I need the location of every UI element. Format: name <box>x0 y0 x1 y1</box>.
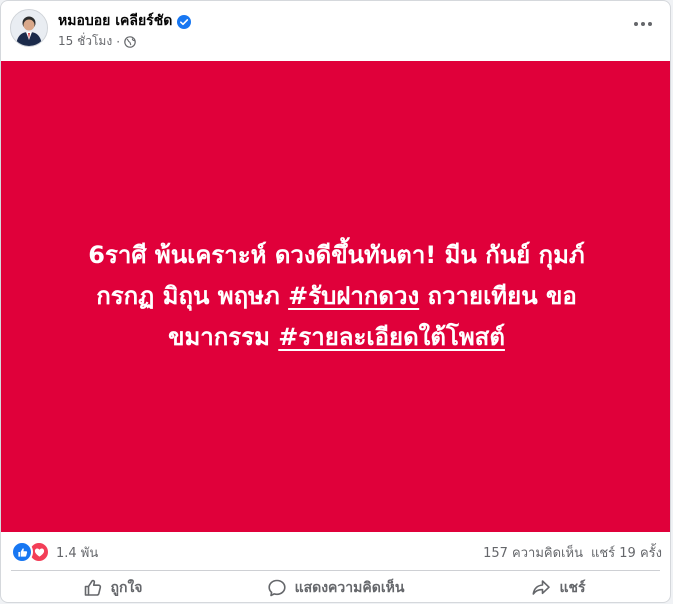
hashtag-details-below: #รายละเอียดใต้โพสต์ <box>278 323 505 351</box>
image-text-plain: ถวายเทียน ขอ <box>419 282 577 310</box>
globe-icon[interactable] <box>124 35 136 48</box>
image-text-plain: กรกฏ มิถุน พฤษภ <box>96 282 289 310</box>
reactions-summary[interactable]: 1.4 พัน <box>11 541 98 563</box>
share-arrow-icon <box>531 578 551 598</box>
hashtag-rub-fak-duang: #รับฝากดวง <box>288 282 420 310</box>
shares-count-link[interactable]: แชร์ 19 ครั้ง <box>591 542 662 563</box>
post-image[interactable]: 6ราศี พ้นเคราะห์ ดวงดีขึ้นทันตา! มีน กัน… <box>1 61 670 532</box>
comment-label: แสดงความคิดเห็น <box>294 580 405 596</box>
meta-separator: · <box>116 34 121 49</box>
image-text-plain: ขมากรรม <box>168 323 279 351</box>
like-label: ถูกใจ <box>110 580 143 596</box>
verified-badge-icon <box>177 14 192 29</box>
author-name[interactable]: หมอบอย เคลียร์ชัด <box>58 10 172 32</box>
post-stats: 1.4 พัน 157 ความคิดเห็น แชร์ 19 ครั้ง <box>1 532 670 568</box>
post-timestamp[interactable]: 15 ชั่วโมง <box>58 32 112 51</box>
share-label: แชร์ <box>559 580 586 596</box>
comment-bubble-icon <box>267 578 287 598</box>
thumbs-up-icon <box>11 541 33 563</box>
comments-count-link[interactable]: 157 ความคิดเห็น <box>483 542 583 563</box>
post-card: หมอบอย เคลียร์ชัด 15 ชั่วโมง · 6ราศี พ้น… <box>0 0 671 603</box>
post-actions: ถูกใจ แสดงความคิดเห็น แชร์ <box>1 572 670 602</box>
post-header: หมอบอย เคลียร์ชัด 15 ชั่วโมง · <box>1 1 670 61</box>
reactions-count: 1.4 พัน <box>56 545 99 561</box>
post-image-text: 6ราศี พ้นเคราะห์ ดวงดีขึ้นทันตา! มีน กัน… <box>27 235 647 358</box>
comment-button[interactable]: แสดงความคิดเห็น <box>224 572 447 602</box>
share-button[interactable]: แชร์ <box>447 572 670 602</box>
author-avatar[interactable] <box>10 9 48 47</box>
image-text-line-2: กรกฏ มิถุน พฤษภ #รับฝากดวง ถวายเทียน ขอ <box>27 276 647 317</box>
like-button[interactable]: ถูกใจ <box>1 572 224 602</box>
thumbs-up-icon <box>83 578 103 598</box>
image-text-line-3: ขมากรรม #รายละเอียดใต้โพสต์ <box>27 317 647 358</box>
more-options-icon[interactable] <box>630 11 656 37</box>
action-divider <box>11 570 660 571</box>
image-text-line-1: 6ราศี พ้นเคราะห์ ดวงดีขึ้นทันตา! มีน กัน… <box>88 241 585 269</box>
